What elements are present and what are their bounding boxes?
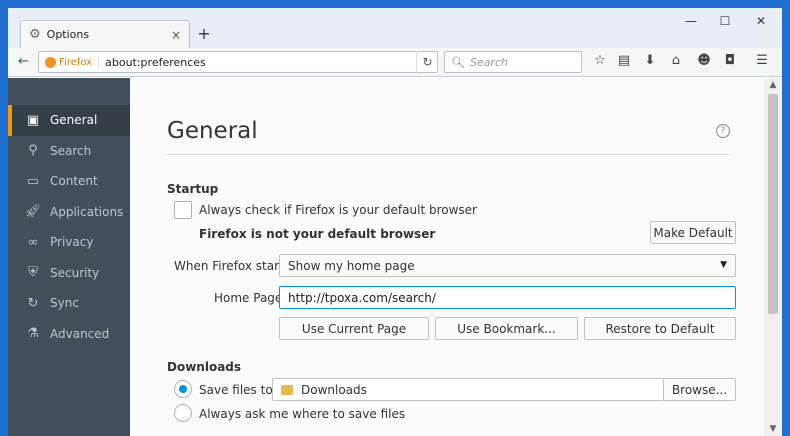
sidebar-item-label: Search <box>50 143 92 158</box>
url-text: about:preferences <box>105 55 206 69</box>
always-ask-label: Always ask me where to save files <box>199 407 406 421</box>
identity-label: Firefox <box>59 56 100 68</box>
sidebar-item-label: Sync <box>50 296 79 311</box>
applications-icon: 🚀︎ <box>24 204 42 220</box>
sync-icon: ↻ <box>27 295 39 311</box>
sidebar-item-applications[interactable]: 🚀︎ Applications <box>8 197 130 228</box>
tab-strip: ⚙ Options × + — ☐ ✕ <box>8 8 782 48</box>
scroll-down-icon[interactable]: ▼ <box>764 424 782 434</box>
download-folder-name: Downloads <box>301 382 367 397</box>
vertical-scrollbar[interactable]: ▲ ▼ <box>764 78 782 436</box>
page-title: General <box>167 118 258 144</box>
save-files-radio[interactable] <box>174 380 192 398</box>
search-bar[interactable]: 🔍︎ Search <box>444 51 582 73</box>
sidebar-item-label: General <box>50 113 98 128</box>
tab-title: Options <box>46 28 90 41</box>
when-starts-label: When Firefox starts: <box>174 259 295 273</box>
maximize-button[interactable]: ☐ <box>710 14 740 28</box>
home-page-input[interactable]: http://tpoxa.com/search/ <box>279 286 736 309</box>
search-placeholder: Search <box>469 55 509 69</box>
download-folder-field: Downloads <box>272 378 664 401</box>
search-glass-icon: 🔍︎ <box>451 55 465 69</box>
home-icon[interactable]: ⌂ <box>666 53 686 68</box>
sidebar-item-content[interactable]: ▭ Content <box>8 166 130 197</box>
pocket-icon[interactable]: ◘ <box>720 53 740 68</box>
use-bookmark-button[interactable]: Use Bookmark... <box>435 317 578 340</box>
search-icon: ⚲ <box>28 143 38 159</box>
chevron-down-icon: ▼ <box>720 260 727 270</box>
browser-window: ⚙ Options × + — ☐ ✕ ← Firefox about:pref… <box>8 8 782 436</box>
download-icon[interactable]: ⬇ <box>640 53 660 68</box>
use-current-page-button[interactable]: Use Current Page <box>279 317 429 340</box>
close-window-button[interactable]: ✕ <box>746 14 776 28</box>
nav-bar: ← Firefox about:preferences ↻ 🔍︎ Search … <box>8 48 782 77</box>
preferences-main: General ? Startup Always check if Firefo… <box>130 78 764 436</box>
folder-icon <box>281 384 293 395</box>
help-icon[interactable]: ? <box>716 124 730 138</box>
sidebar-item-label: Privacy <box>50 235 94 250</box>
sidebar-item-label: Security <box>50 265 100 280</box>
sidebar-item-security[interactable]: ⛨ Security <box>8 258 130 289</box>
sidebar-item-search[interactable]: ⚲ Search <box>8 136 130 167</box>
downloads-section-title: Downloads <box>167 360 242 374</box>
startup-select[interactable]: Show my home page ▼ <box>279 254 736 277</box>
home-page-label: Home Page: <box>214 291 287 305</box>
gear-icon: ⚙ <box>29 27 41 42</box>
tab-options[interactable]: ⚙ Options × <box>20 20 190 48</box>
startup-section-title: Startup <box>167 182 219 196</box>
startup-select-value: Show my home page <box>288 258 415 273</box>
chat-icon[interactable]: ☻ <box>694 53 714 68</box>
content-icon: ▭ <box>26 173 40 189</box>
default-browser-check-label: Always check if Firefox is your default … <box>199 203 477 217</box>
menu-icon[interactable]: ☰ <box>752 53 772 68</box>
scroll-up-icon[interactable]: ▲ <box>764 80 782 90</box>
sidebar-item-label: Applications <box>50 204 124 219</box>
general-icon: ▣ <box>26 112 40 128</box>
make-default-button[interactable]: Make Default <box>650 221 736 244</box>
always-ask-radio[interactable] <box>174 404 192 422</box>
minimize-button[interactable]: — <box>676 14 706 28</box>
privacy-mask-icon: ∞ <box>27 234 39 250</box>
back-arrow-icon[interactable]: ← <box>18 54 29 69</box>
sidebar-item-label: Content <box>50 174 98 189</box>
sidebar-item-sync[interactable]: ↻ Sync <box>8 288 130 319</box>
bookmark-star-icon[interactable]: ☆ <box>590 53 610 68</box>
library-icon[interactable]: ▤ <box>614 53 634 68</box>
tab-close-icon[interactable]: × <box>171 28 181 42</box>
scroll-thumb[interactable] <box>768 94 778 314</box>
sidebar-item-general[interactable]: ▣ General <box>8 105 130 136</box>
preferences-sidebar: ▣ General ⚲ Search ▭ Content 🚀︎ Applicat… <box>8 78 130 436</box>
save-files-label: Save files to <box>199 383 273 397</box>
firefox-logo-icon <box>45 56 56 68</box>
url-bar[interactable]: Firefox about:preferences <box>38 51 438 73</box>
restore-default-button[interactable]: Restore to Default <box>584 317 736 340</box>
browse-button[interactable]: Browse... <box>663 378 736 401</box>
default-browser-checkbox[interactable] <box>174 201 192 219</box>
security-icon: ⛨ <box>28 265 38 281</box>
reload-icon[interactable]: ↻ <box>416 51 438 73</box>
sidebar-item-privacy[interactable]: ∞ Privacy <box>8 227 130 258</box>
title-divider <box>167 154 729 155</box>
sidebar-item-advanced[interactable]: ⚗ Advanced <box>8 319 130 350</box>
not-default-text: Firefox is not your default browser <box>199 227 436 241</box>
advanced-icon: ⚗ <box>27 326 39 342</box>
new-tab-button[interactable]: + <box>194 24 214 43</box>
sidebar-item-label: Advanced <box>50 326 110 341</box>
